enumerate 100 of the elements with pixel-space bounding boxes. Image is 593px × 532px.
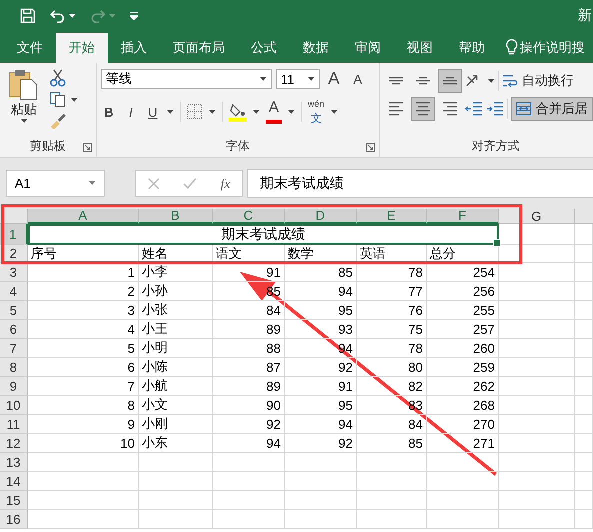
fill-color-icon[interactable] xyxy=(229,102,247,122)
align-left-icon xyxy=(389,102,403,116)
column-header[interactable]: F xyxy=(427,209,499,224)
align-right-icon xyxy=(443,102,457,116)
row-header[interactable]: 15 xyxy=(0,491,28,510)
insert-function-button[interactable]: fx xyxy=(220,176,230,192)
save-icon[interactable] xyxy=(20,8,36,24)
caret-icon[interactable] xyxy=(488,78,495,84)
table-cell: 89 xyxy=(213,320,285,339)
row-header[interactable]: 16 xyxy=(0,510,28,529)
table-cell: 小陈 xyxy=(139,358,213,377)
caret-icon[interactable] xyxy=(89,181,96,186)
clipboard-icon xyxy=(9,69,39,101)
table-cell: 76 xyxy=(357,301,427,320)
font-color-button[interactable]: A xyxy=(266,100,282,116)
paintbrush-icon[interactable] xyxy=(50,113,67,129)
row-header[interactable]: 12 xyxy=(0,434,28,453)
row-header[interactable]: 14 xyxy=(0,472,28,491)
customize-menu-icon[interactable] xyxy=(130,12,138,20)
fill-handle[interactable] xyxy=(493,239,501,247)
column-header[interactable]: E xyxy=(357,209,427,224)
name-box[interactable]: A1 xyxy=(6,170,105,197)
borders-icon[interactable] xyxy=(187,104,203,120)
caret-icon[interactable] xyxy=(260,76,267,82)
header-cell: 总分 xyxy=(427,245,499,263)
ribbon-tab[interactable]: 帮助 xyxy=(446,33,498,63)
phonetic-label[interactable]: wén xyxy=(308,99,325,110)
caret-icon[interactable] xyxy=(71,98,78,102)
caret-icon[interactable] xyxy=(308,76,315,82)
merge-center-button[interactable]: 合并后居 xyxy=(511,97,593,121)
caret-icon[interactable] xyxy=(253,110,260,114)
table-cell: 94 xyxy=(213,434,285,453)
row-header[interactable]: 13 xyxy=(0,453,28,472)
check-icon[interactable] xyxy=(183,178,198,190)
grow-font-button[interactable]: A xyxy=(324,69,344,89)
font-color-swatch xyxy=(266,120,282,124)
title-cell[interactable]: 期末考试成绩 xyxy=(28,224,499,245)
table-cell xyxy=(575,282,593,301)
align-middle-icon xyxy=(416,77,430,85)
row-header[interactable]: 11 xyxy=(0,415,28,434)
formula-input[interactable]: 期末考试成绩 xyxy=(247,169,593,198)
table-cell xyxy=(575,358,593,377)
ribbon-tab[interactable]: 视图 xyxy=(394,33,446,63)
column-header[interactable]: D xyxy=(285,209,357,224)
ribbon-tab[interactable]: 页面布局 xyxy=(160,33,238,63)
phonetic-character[interactable]: 文 xyxy=(310,114,322,125)
table-cell: 94 xyxy=(285,282,357,301)
wrap-text-button[interactable]: 自动换行 xyxy=(502,72,574,90)
lightbulb-icon[interactable] xyxy=(506,39,518,56)
caret-icon[interactable] xyxy=(69,14,76,18)
ribbon-tab[interactable]: 插入 xyxy=(108,33,160,63)
ribbon-tab[interactable]: 数据 xyxy=(290,33,342,63)
undo-icon[interactable] xyxy=(50,9,66,23)
row-header[interactable]: 8 xyxy=(0,358,28,377)
vertical-align-button[interactable] xyxy=(438,69,462,93)
paste-button[interactable]: 粘贴 xyxy=(4,69,44,124)
column-header[interactable]: B xyxy=(139,209,213,224)
bold-button[interactable]: B xyxy=(101,104,117,120)
row-header[interactable]: 3 xyxy=(0,263,28,282)
font-name-dropdown[interactable]: 等线 xyxy=(101,69,272,89)
table-cell xyxy=(575,415,593,434)
shrink-font-button[interactable]: A xyxy=(348,72,368,86)
column-header[interactable]: C xyxy=(213,209,285,224)
caret-icon[interactable] xyxy=(288,110,295,114)
table-cell xyxy=(427,491,499,510)
decrease-indent-icon[interactable] xyxy=(465,101,483,117)
column-header[interactable]: A xyxy=(28,209,139,224)
row-header[interactable]: 6 xyxy=(0,320,28,339)
row-header[interactable]: 9 xyxy=(0,377,28,396)
ribbon-tab[interactable]: 审阅 xyxy=(342,33,394,63)
caret-icon[interactable] xyxy=(167,110,174,114)
tell-me-search[interactable]: 操作说明搜 xyxy=(520,33,585,63)
table-cell: 89 xyxy=(213,377,285,396)
group-label: 对齐方式 xyxy=(472,138,520,154)
table-cell: 262 xyxy=(427,377,499,396)
table-cell: 10 xyxy=(28,434,139,453)
scissors-icon[interactable] xyxy=(50,69,66,87)
ribbon-tab[interactable]: 文件 xyxy=(4,33,56,63)
header-cell: 语文 xyxy=(213,245,285,263)
table-cell xyxy=(285,453,357,472)
caret-icon[interactable] xyxy=(20,119,28,124)
row-header[interactable]: 5 xyxy=(0,301,28,320)
underline-button[interactable]: U xyxy=(145,104,161,120)
horizontal-align-button[interactable] xyxy=(411,97,435,121)
row-header[interactable]: 4 xyxy=(0,282,28,301)
ribbon-tab[interactable]: 开始 xyxy=(56,33,108,63)
caret-icon[interactable] xyxy=(330,110,338,114)
row-header[interactable]: 10 xyxy=(0,396,28,415)
font-size-dropdown[interactable]: 11 xyxy=(276,69,320,89)
caret-icon[interactable] xyxy=(209,110,216,114)
ribbon-tab[interactable]: 公式 xyxy=(238,33,290,63)
dialog-launcher-icon[interactable] xyxy=(366,143,375,152)
merge-cells-icon xyxy=(516,102,532,116)
column-header[interactable]: G xyxy=(499,209,575,224)
dialog-launcher-icon[interactable] xyxy=(83,143,92,152)
increase-indent-icon[interactable] xyxy=(486,101,504,117)
table-cell xyxy=(357,491,427,510)
row-header[interactable]: 7 xyxy=(0,339,28,358)
copy-icon[interactable] xyxy=(50,92,67,108)
italic-button[interactable]: I xyxy=(123,104,139,120)
